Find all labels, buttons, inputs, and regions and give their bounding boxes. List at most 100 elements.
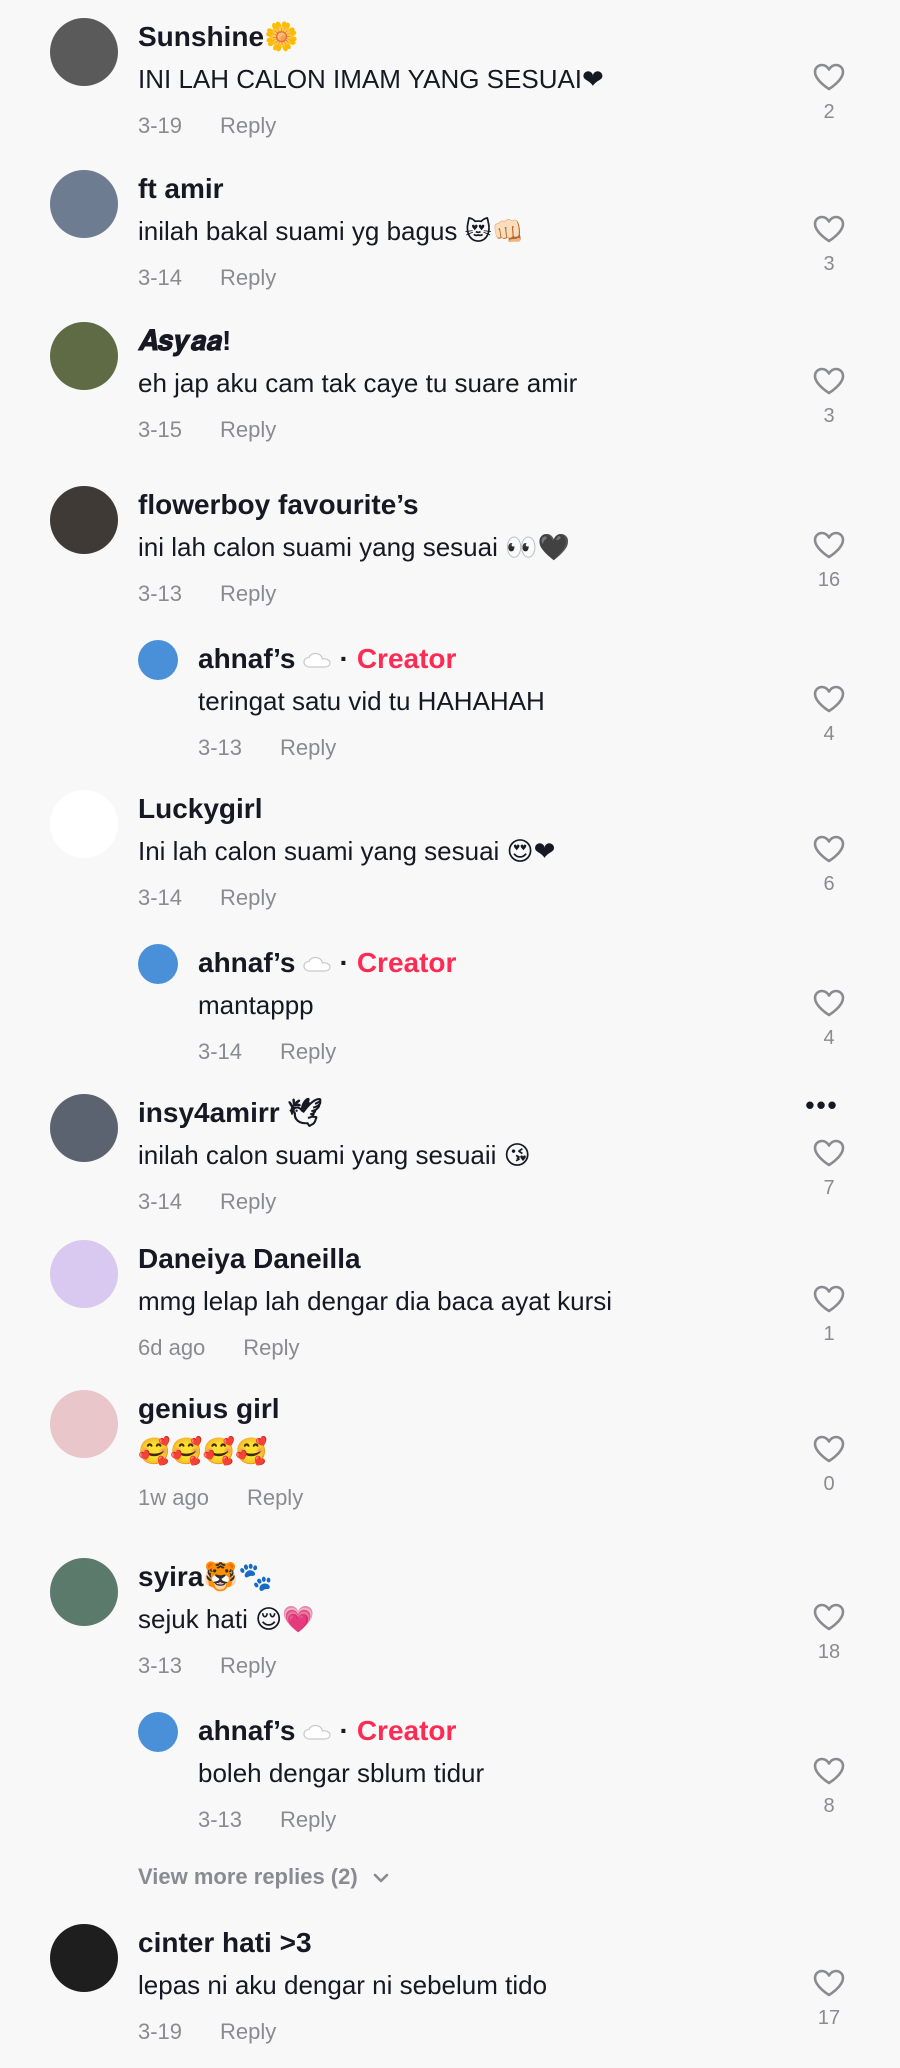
username[interactable]: 𝑨𝒔𝒚𝒂𝒂! bbox=[138, 324, 231, 358]
comment-text: mantappp bbox=[198, 990, 314, 1020]
comment-meta: 3-19 Reply bbox=[138, 112, 276, 140]
username[interactable]: genius girl bbox=[138, 1392, 280, 1426]
avatar[interactable] bbox=[50, 790, 118, 858]
heart-outline-icon bbox=[809, 988, 849, 1018]
like-button[interactable]: 0 bbox=[809, 1434, 849, 1496]
username[interactable]: ft amir bbox=[138, 172, 224, 206]
like-button[interactable]: 2 bbox=[809, 62, 849, 124]
like-button[interactable]: 18 bbox=[809, 1602, 849, 1664]
like-button[interactable]: 4 bbox=[809, 684, 849, 746]
cloud-icon bbox=[302, 1716, 332, 1750]
like-button[interactable]: 3 bbox=[809, 366, 849, 428]
heart-outline-icon bbox=[809, 1968, 849, 1998]
like-button[interactable]: 16 bbox=[809, 530, 849, 592]
avatar[interactable] bbox=[50, 1240, 118, 1308]
timestamp: 1w ago bbox=[138, 1485, 209, 1510]
username[interactable]: cinter hati >3 bbox=[138, 1926, 312, 1960]
like-count: 18 bbox=[817, 1641, 841, 1663]
comment-meta: 3-14 Reply bbox=[138, 264, 276, 292]
avatar[interactable] bbox=[50, 1094, 118, 1162]
reply-button[interactable]: Reply bbox=[280, 1039, 336, 1064]
comment-text: teringat satu vid tu HAHAHAH bbox=[198, 686, 545, 716]
reply-button[interactable]: Reply bbox=[280, 1807, 336, 1832]
comment-text: inilah calon suami yang sesuaii 😘 bbox=[138, 1140, 531, 1170]
username-text: cinter hati >3 bbox=[138, 1927, 312, 1958]
reply-button[interactable]: Reply bbox=[220, 2019, 276, 2044]
separator-dot: · bbox=[339, 947, 349, 978]
comment-text: mmg lelap lah dengar dia baca ayat kursi bbox=[138, 1286, 613, 1316]
like-button[interactable]: 17 bbox=[809, 1968, 849, 2030]
avatar[interactable] bbox=[138, 944, 178, 984]
username[interactable]: Sunshine🌼 bbox=[138, 20, 299, 54]
reply-button[interactable]: Reply bbox=[243, 1335, 299, 1360]
reply-button[interactable]: Reply bbox=[220, 417, 276, 442]
chevron-down-icon bbox=[373, 1873, 389, 1883]
avatar[interactable] bbox=[138, 1712, 178, 1752]
username[interactable]: ahnaf’s · Creator bbox=[198, 642, 456, 678]
username[interactable]: flowerboy favourite’s bbox=[138, 488, 419, 522]
like-button[interactable]: 1 bbox=[809, 1284, 849, 1346]
heart-outline-icon bbox=[809, 62, 849, 92]
comment-text: inilah bakal suami yg bagus 😻👊🏻 bbox=[138, 216, 525, 246]
heart-outline-icon bbox=[809, 684, 849, 714]
like-count: 4 bbox=[823, 1027, 835, 1049]
like-button[interactable]: 3 bbox=[809, 214, 849, 276]
reply-button[interactable]: Reply bbox=[220, 1653, 276, 1678]
reply-button[interactable]: Reply bbox=[220, 113, 276, 138]
comment-text: lepas ni aku dengar ni sebelum tido bbox=[138, 1970, 548, 2000]
timestamp: 3-13 bbox=[138, 581, 183, 606]
separator-dot: · bbox=[339, 1715, 349, 1746]
reply-button[interactable]: Reply bbox=[247, 1485, 303, 1510]
comment-meta: 3-13 Reply bbox=[138, 1652, 276, 1680]
like-button[interactable]: 7 bbox=[809, 1138, 849, 1200]
reply-button[interactable]: Reply bbox=[220, 581, 276, 606]
like-button[interactable]: 6 bbox=[809, 834, 849, 896]
username-text: ahnaf’s bbox=[198, 643, 296, 674]
like-button[interactable]: 4 bbox=[809, 988, 849, 1050]
timestamp: 6d ago bbox=[138, 1335, 206, 1360]
avatar[interactable] bbox=[138, 640, 178, 680]
username[interactable]: ahnaf’s · Creator bbox=[198, 1714, 456, 1750]
creator-badge: Creator bbox=[356, 1715, 457, 1746]
comment-meta: 3-13 Reply bbox=[198, 1806, 336, 1834]
username-text: genius girl bbox=[138, 1393, 280, 1424]
username-text: 𝑨𝒔𝒚𝒂𝒂! bbox=[138, 325, 232, 356]
reply-button[interactable]: Reply bbox=[280, 735, 336, 760]
username[interactable]: insy4amirr 🕊 bbox=[138, 1096, 323, 1130]
like-count: 4 bbox=[823, 723, 835, 745]
reply-button[interactable]: Reply bbox=[220, 1189, 276, 1214]
avatar[interactable] bbox=[50, 18, 118, 86]
avatar[interactable] bbox=[50, 1558, 118, 1626]
avatar[interactable] bbox=[50, 1924, 118, 1992]
comment-text: INI LAH CALON IMAM YANG SESUAI❤ bbox=[138, 64, 604, 94]
comment-text: 🥰🥰🥰🥰 bbox=[138, 1436, 268, 1466]
avatar[interactable] bbox=[50, 322, 118, 390]
cloud-icon bbox=[302, 644, 332, 678]
reply-button[interactable]: Reply bbox=[220, 885, 276, 910]
avatar[interactable] bbox=[50, 1390, 118, 1458]
cloud-icon bbox=[302, 948, 332, 982]
username[interactable]: Daneiya Daneilla bbox=[138, 1242, 361, 1276]
creator-badge: Creator bbox=[356, 947, 457, 978]
like-count: 3 bbox=[823, 253, 835, 275]
comment-meta: 3-13 Reply bbox=[138, 580, 276, 608]
like-count: 1 bbox=[823, 1323, 835, 1345]
comment-text: boleh dengar sblum tidur bbox=[198, 1758, 485, 1788]
avatar[interactable] bbox=[50, 170, 118, 238]
username-text: insy4amirr 🕊 bbox=[138, 1097, 323, 1128]
like-count: 3 bbox=[823, 405, 835, 427]
timestamp: 3-15 bbox=[138, 417, 183, 442]
comment-meta: 3-13 Reply bbox=[198, 734, 336, 762]
view-more-replies-button[interactable]: View more replies (2) bbox=[138, 1864, 390, 1890]
more-options-icon[interactable]: ••• bbox=[802, 1090, 842, 1121]
username[interactable]: Luckygirl bbox=[138, 792, 262, 826]
heart-outline-icon bbox=[809, 834, 849, 864]
timestamp: 3-14 bbox=[198, 1039, 243, 1064]
username[interactable]: syira🐯🐾 bbox=[138, 1560, 273, 1594]
like-button[interactable]: 8 bbox=[809, 1756, 849, 1818]
timestamp: 3-14 bbox=[138, 885, 183, 910]
reply-button[interactable]: Reply bbox=[220, 265, 276, 290]
username[interactable]: ahnaf’s · Creator bbox=[198, 946, 456, 982]
username-text: Sunshine🌼 bbox=[138, 21, 299, 52]
avatar[interactable] bbox=[50, 486, 118, 554]
